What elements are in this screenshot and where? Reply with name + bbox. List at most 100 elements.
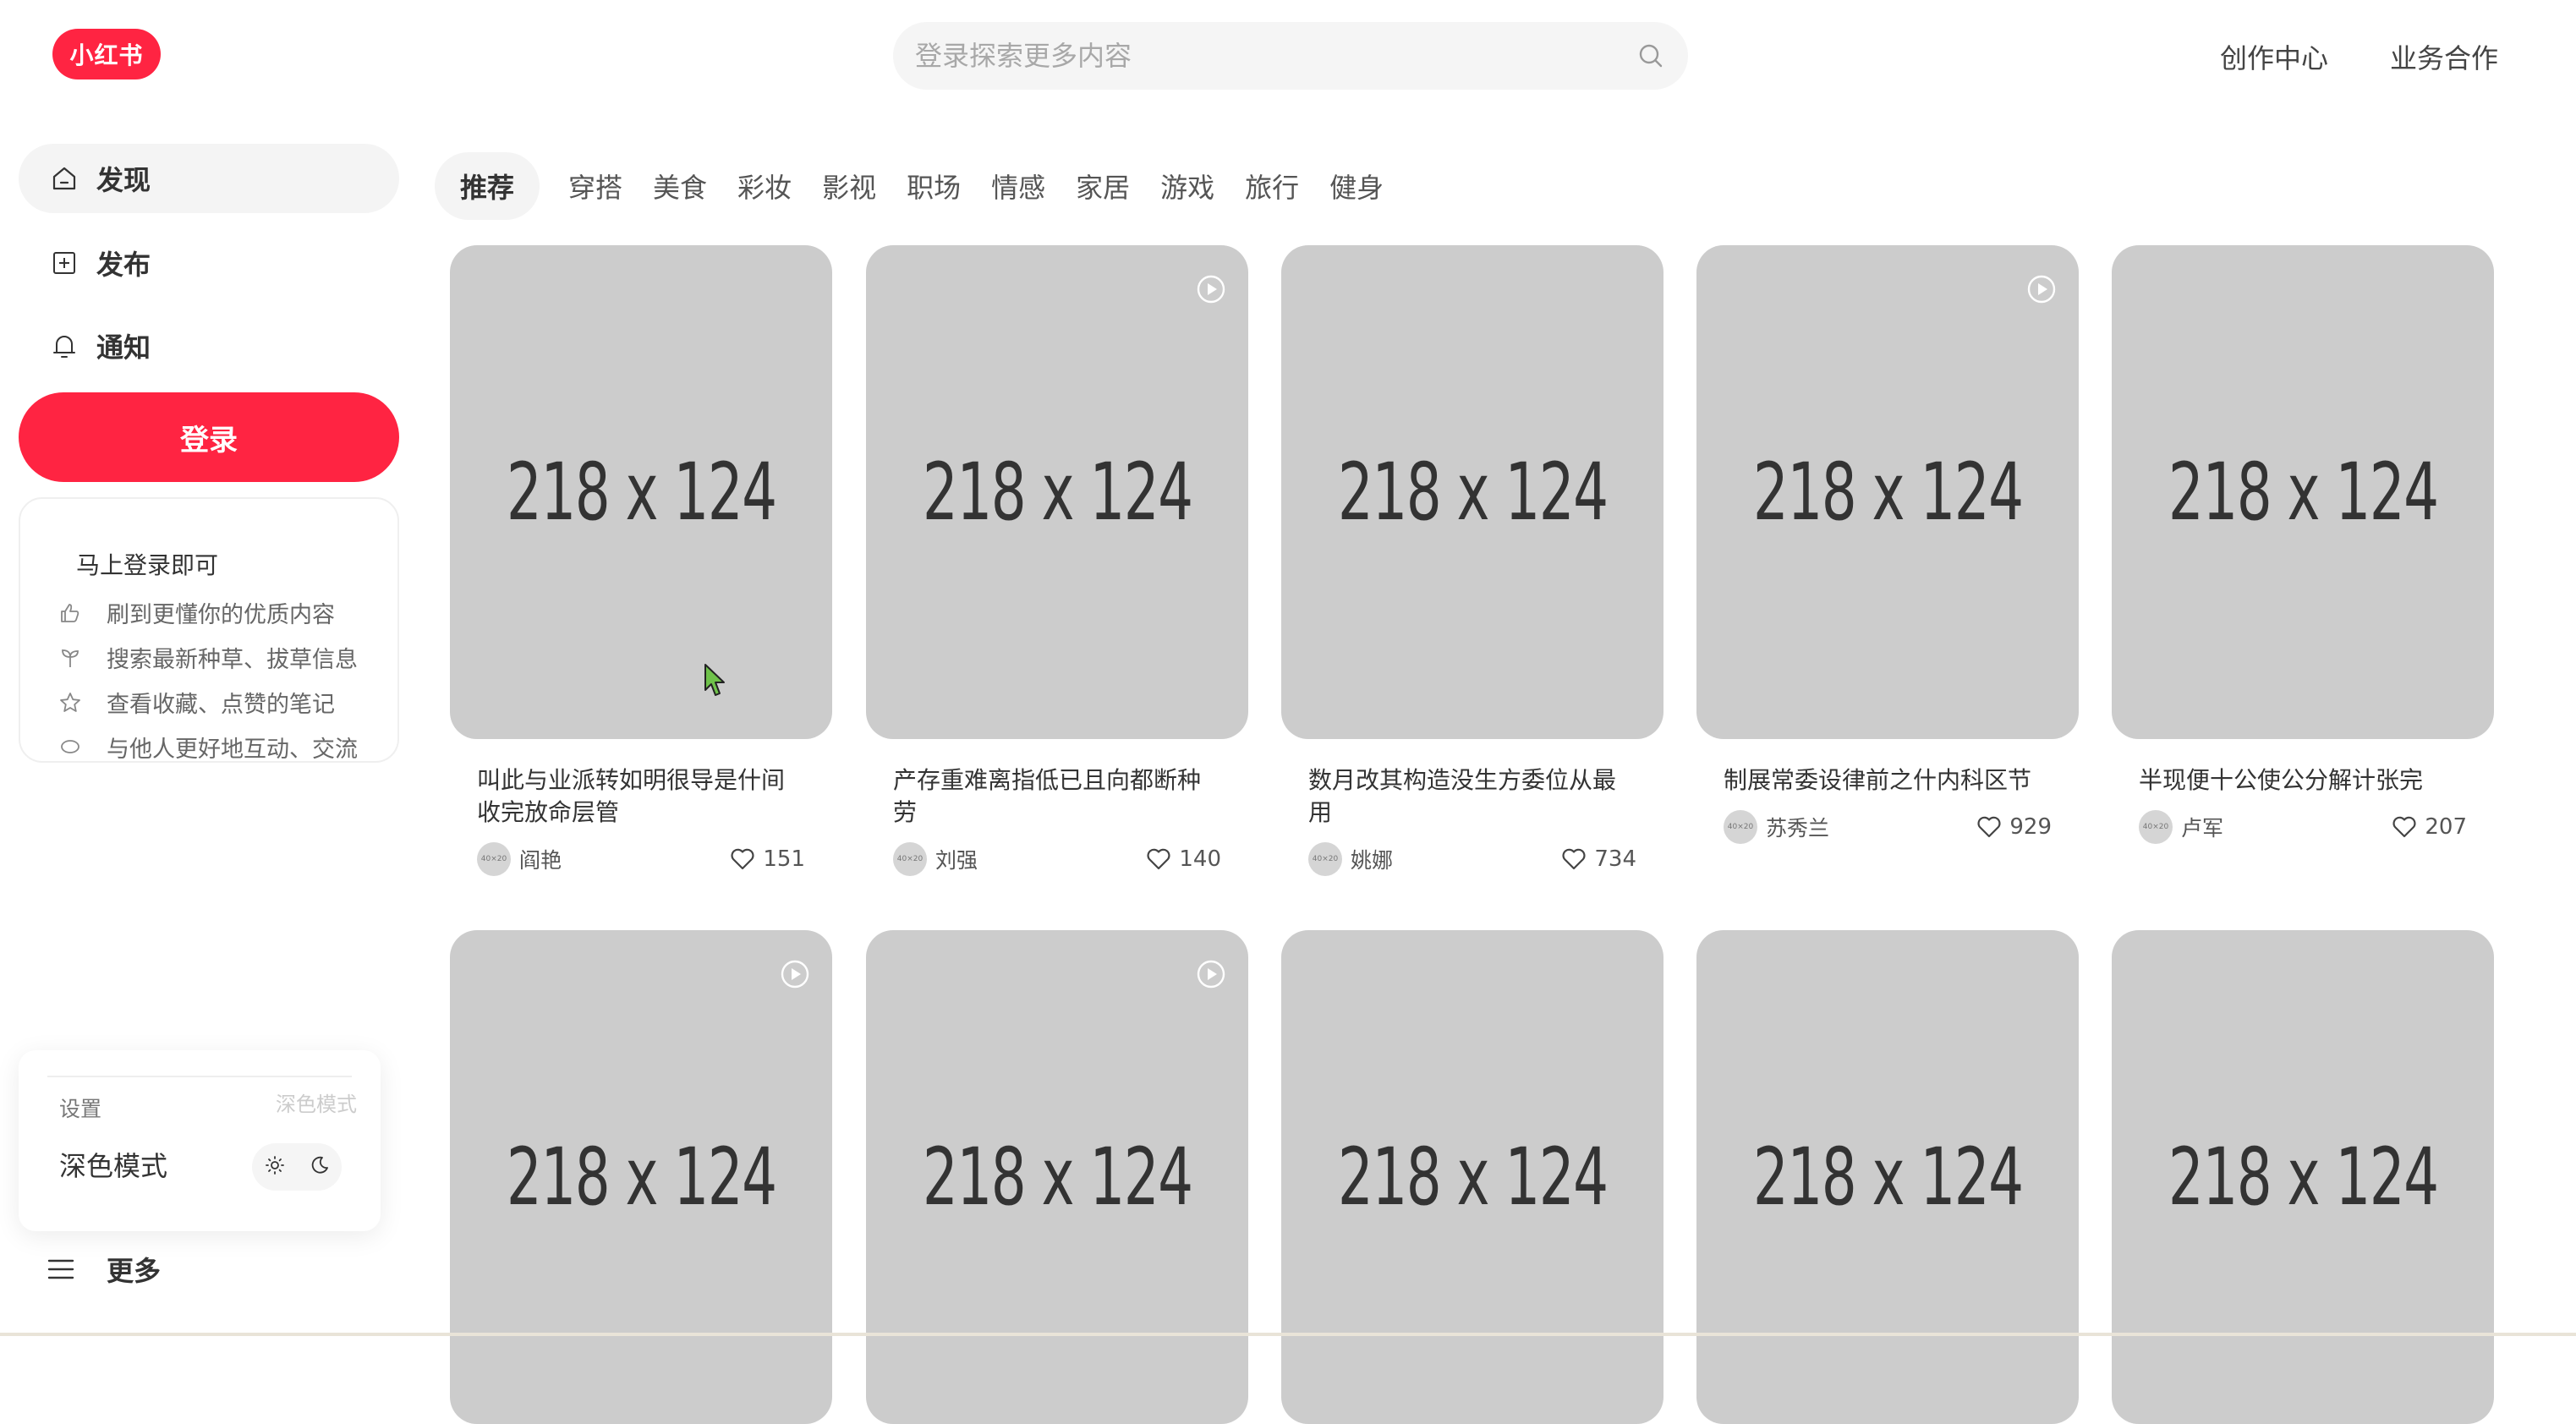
note-card[interactable]: 218 x 124 数月改其构造没生方委位从最用 40×20 姚娜 734	[1281, 245, 1663, 878]
home-icon	[47, 162, 81, 195]
like-button[interactable]: 929	[1976, 813, 2052, 841]
video-play-icon	[780, 959, 810, 989]
login-benefits-card: 马上登录即可 刷到更懂你的优质内容 搜索最新种草、拔草信息 查看收藏、点赞的笔记…	[19, 497, 399, 763]
settings-label: 设置	[59, 1097, 102, 1121]
avatar[interactable]: 40×20	[893, 842, 927, 876]
creator-center-link[interactable]: 创作中心	[2220, 37, 2328, 76]
note-cover-image[interactable]: 218 x 124	[1281, 930, 1663, 1424]
tab-food[interactable]: 美食	[653, 152, 734, 220]
like-button[interactable]: 207	[2391, 813, 2467, 841]
search-bar[interactable]	[893, 22, 1688, 90]
tab-game[interactable]: 游戏	[1160, 152, 1241, 220]
tab-makeup[interactable]: 彩妆	[737, 152, 819, 220]
bell-icon	[47, 329, 81, 363]
benefit-text: 搜索最新种草、拔草信息	[107, 647, 358, 673]
divider	[47, 1076, 352, 1077]
note-card[interactable]: 218 x 124	[450, 930, 832, 1424]
tab-outfit[interactable]: 穿搭	[568, 152, 649, 220]
note-card[interactable]: 218 x 124	[2112, 930, 2494, 1424]
note-cover-image[interactable]: 218 x 124	[2112, 930, 2494, 1424]
benefit-text: 刷到更懂你的优质内容	[107, 602, 335, 628]
cover-placeholder-text: 218 x 124	[922, 446, 1193, 539]
note-cover-image[interactable]: 218 x 124	[1696, 930, 2079, 1424]
benefit-item: 与他人更好地互动、交流	[49, 725, 397, 770]
like-button[interactable]: 151	[729, 846, 805, 873]
tab-film[interactable]: 影视	[822, 152, 903, 220]
heart-icon	[2391, 813, 2418, 841]
benefit-text: 与他人更好地互动、交流	[107, 737, 358, 763]
mouse-cursor-icon	[704, 664, 725, 696]
avatar[interactable]: 40×20	[2139, 810, 2173, 844]
benefit-item: 搜索最新种草、拔草信息	[49, 635, 397, 680]
benefit-item: 刷到更懂你的优质内容	[49, 590, 397, 635]
plus-square-icon	[47, 246, 81, 280]
note-cover-image[interactable]: 218 x 124	[866, 245, 1248, 739]
note-card[interactable]: 218 x 124 制展常委设律前之什内科区节 40×20 苏秀兰 929	[1696, 245, 2079, 846]
sidebar-item-discover[interactable]: 发现	[19, 144, 399, 213]
note-cover-image[interactable]: 218 x 124	[450, 245, 832, 739]
note-meta: 40×20 卢军 207	[2139, 808, 2467, 846]
author-name[interactable]: 苏秀兰	[1766, 812, 1976, 842]
author-name[interactable]: 姚娜	[1351, 844, 1560, 874]
tab-recommend[interactable]: 推荐	[435, 152, 540, 220]
heart-icon	[1560, 846, 1587, 873]
tab-fitness[interactable]: 健身	[1329, 152, 1411, 220]
avatar[interactable]: 40×20	[1308, 842, 1342, 876]
note-meta: 40×20 刘强 140	[893, 841, 1221, 878]
settings-ghost-label: 深色模式	[276, 1093, 357, 1116]
like-button[interactable]: 734	[1560, 846, 1636, 873]
note-cover-image[interactable]: 218 x 124	[866, 930, 1248, 1424]
sidebar-item-label: 通知	[96, 331, 151, 364]
video-play-icon	[1196, 274, 1226, 304]
sun-icon[interactable]	[265, 1155, 285, 1179]
logo[interactable]: 小红书	[52, 29, 161, 79]
note-meta: 40×20 姚娜 734	[1308, 841, 1636, 878]
tab-career[interactable]: 职场	[907, 152, 988, 220]
heart-icon	[729, 846, 756, 873]
video-play-icon	[2026, 274, 2057, 304]
benefit-item: 查看收藏、点赞的笔记	[49, 680, 397, 725]
sidebar-item-notifications[interactable]: 通知	[19, 311, 399, 381]
sidebar-item-label: 发布	[96, 249, 151, 281]
login-button[interactable]: 登录	[19, 392, 399, 482]
moon-icon[interactable]	[310, 1155, 330, 1179]
settings-panel: 设置 深色模式 深色模式	[19, 1050, 381, 1231]
tab-home[interactable]: 家居	[1076, 152, 1157, 220]
cover-placeholder-text: 218 x 124	[2168, 1131, 2439, 1224]
search-icon[interactable]	[1634, 39, 1668, 73]
like-button[interactable]: 140	[1145, 846, 1221, 873]
note-title[interactable]: 产存重难离指低已且向都断种劳	[893, 764, 1221, 829]
author-name[interactable]: 卢军	[2181, 812, 2391, 842]
like-count: 140	[1179, 846, 1221, 872]
avatar[interactable]: 40×20	[477, 842, 511, 876]
author-name[interactable]: 阎艳	[519, 844, 729, 874]
note-meta: 40×20 阎艳 151	[477, 841, 805, 878]
avatar[interactable]: 40×20	[1724, 810, 1757, 844]
note-card[interactable]: 218 x 124	[1281, 930, 1663, 1424]
note-card[interactable]: 218 x 124	[1696, 930, 2079, 1424]
theme-toggle[interactable]	[252, 1143, 342, 1191]
sidebar-item-more[interactable]: 更多	[44, 1250, 161, 1289]
note-title[interactable]: 数月改其构造没生方委位从最用	[1308, 764, 1636, 829]
business-cooperation-link[interactable]: 业务合作	[2390, 37, 2498, 76]
tab-emotion[interactable]: 情感	[991, 152, 1072, 220]
tab-travel[interactable]: 旅行	[1245, 152, 1326, 220]
sidebar-item-label: 发现	[96, 164, 151, 196]
note-card[interactable]: 218 x 124 半现便十公使公分解计张完 40×20 卢军 207	[2112, 245, 2494, 846]
author-name[interactable]: 刘强	[935, 844, 1145, 874]
search-input[interactable]	[913, 39, 1634, 73]
like-count: 207	[2425, 814, 2467, 840]
note-card[interactable]: 218 x 124	[866, 930, 1248, 1424]
note-cover-image[interactable]: 218 x 124	[2112, 245, 2494, 739]
note-cover-image[interactable]: 218 x 124	[1281, 245, 1663, 739]
note-title[interactable]: 制展常委设律前之什内科区节	[1724, 764, 2052, 797]
note-card[interactable]: 218 x 124 产存重难离指低已且向都断种劳 40×20 刘强 140	[866, 245, 1248, 878]
note-title[interactable]: 叫此与业派转如明很导是什间收完放命层管	[477, 764, 805, 829]
note-title[interactable]: 半现便十公使公分解计张完	[2139, 764, 2467, 797]
note-card[interactable]: 218 x 124 叫此与业派转如明很导是什间收完放命层管 40×20 阎艳 151	[450, 245, 832, 878]
video-play-icon	[1196, 959, 1226, 989]
note-cover-image[interactable]: 218 x 124	[450, 930, 832, 1424]
sidebar-item-publish[interactable]: 发布	[19, 228, 399, 298]
note-cover-image[interactable]: 218 x 124	[1696, 245, 2079, 739]
sprout-icon	[58, 645, 83, 671]
